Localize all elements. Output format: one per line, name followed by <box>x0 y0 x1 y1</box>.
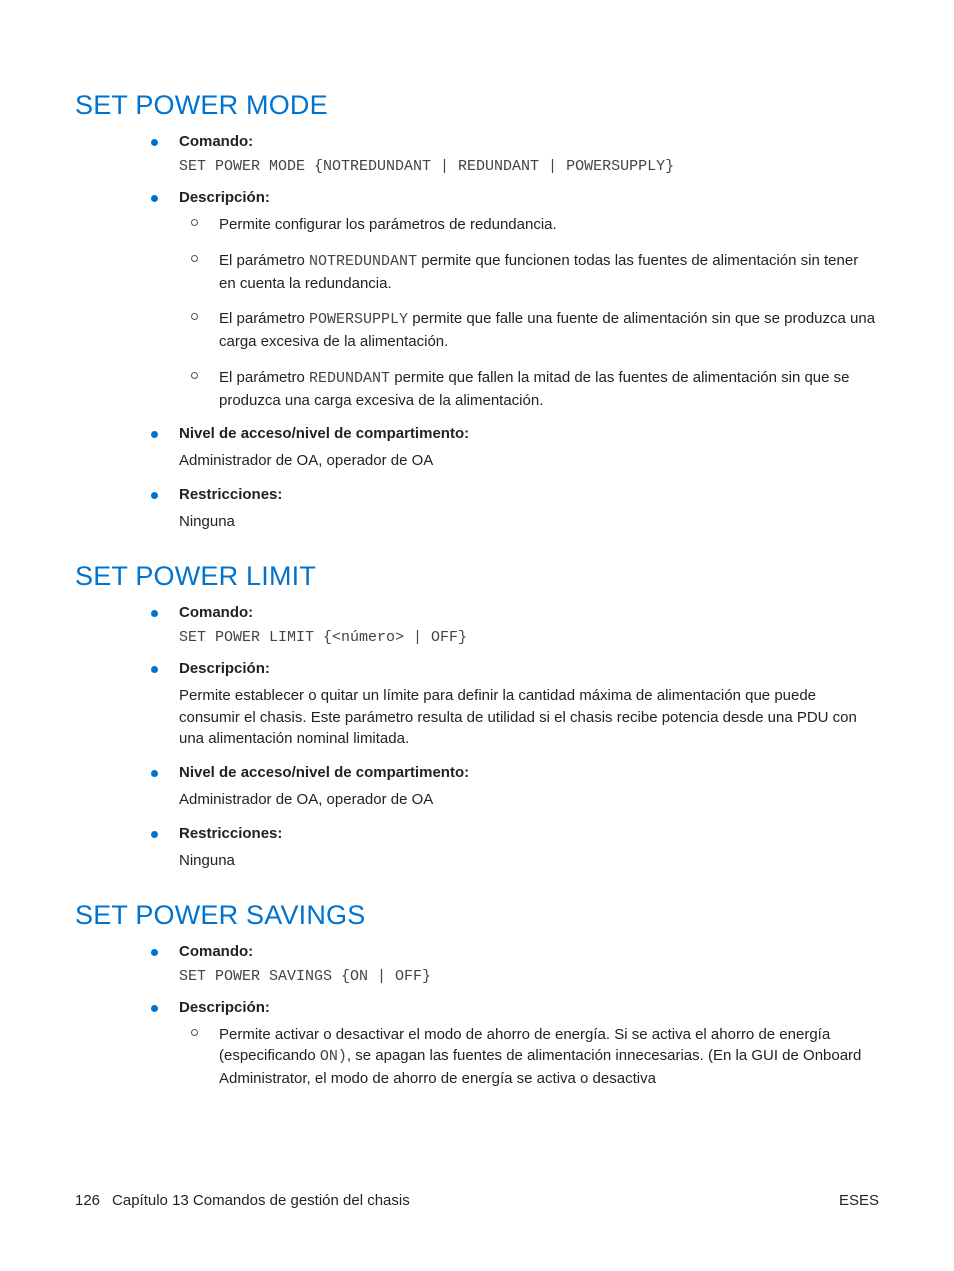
chapter-title: Capítulo 13 Comandos de gestión del chas… <box>112 1192 410 1209</box>
language-code: ESES <box>839 1192 879 1209</box>
section-set-power-mode: SET POWER MODE Comando: SET POWER MODE {… <box>75 90 879 533</box>
section-title: SET POWER SAVINGS <box>75 900 879 931</box>
sub-item: El parámetro POWERSUPPLY permite que fal… <box>191 308 879 353</box>
footer-left: 126 Capítulo 13 Comandos de gestión del … <box>75 1192 410 1209</box>
sub-list: Permite activar o desactivar el modo de … <box>191 1024 879 1090</box>
page-number: 126 <box>75 1192 100 1209</box>
item-restricciones: Restricciones: Ninguna <box>151 486 879 533</box>
text: El parámetro <box>219 252 309 269</box>
item-label: Descripción: <box>179 999 270 1016</box>
item-label: Restricciones: <box>179 825 282 842</box>
item-comando: Comando: SET POWER SAVINGS {ON | OFF} <box>151 943 879 985</box>
item-descripcion: Descripción: Permite activar o desactiva… <box>151 999 879 1090</box>
item-label: Comando: <box>179 604 253 621</box>
inline-code: REDUNDANT <box>309 370 390 387</box>
command-code: SET POWER LIMIT {<número> | OFF} <box>179 629 879 646</box>
item-body: Ninguna <box>179 850 879 872</box>
item-restricciones: Restricciones: Ninguna <box>151 825 879 872</box>
item-body: Administrador de OA, operador de OA <box>179 450 879 472</box>
text: El parámetro <box>219 310 309 327</box>
inline-code: ON) <box>320 1048 347 1065</box>
item-body: Permite establecer o quitar un límite pa… <box>179 685 879 750</box>
item-comando: Comando: SET POWER LIMIT {<número> | OFF… <box>151 604 879 646</box>
item-label: Restricciones: <box>179 486 282 503</box>
item-label: Nivel de acceso/nivel de compartimento: <box>179 764 469 781</box>
inline-code: POWERSUPPLY <box>309 311 408 328</box>
text: El parámetro <box>219 369 309 386</box>
item-label: Comando: <box>179 943 253 960</box>
command-code: SET POWER SAVINGS {ON | OFF} <box>179 968 879 985</box>
item-list: Comando: SET POWER LIMIT {<número> | OFF… <box>151 604 879 872</box>
text: Permite configurar los parámetros de red… <box>219 216 557 233</box>
item-comando: Comando: SET POWER MODE {NOTREDUNDANT | … <box>151 133 879 175</box>
item-label: Descripción: <box>179 660 270 677</box>
item-body: Administrador de OA, operador de OA <box>179 789 879 811</box>
item-body: Ninguna <box>179 511 879 533</box>
section-set-power-limit: SET POWER LIMIT Comando: SET POWER LIMIT… <box>75 561 879 872</box>
item-list: Comando: SET POWER SAVINGS {ON | OFF} De… <box>151 943 879 1090</box>
section-title: SET POWER MODE <box>75 90 879 121</box>
section-set-power-savings: SET POWER SAVINGS Comando: SET POWER SAV… <box>75 900 879 1090</box>
sub-item: El parámetro REDUNDANT permite que falle… <box>191 367 879 412</box>
sub-list: Permite configurar los parámetros de red… <box>191 214 879 411</box>
item-label: Nivel de acceso/nivel de compartimento: <box>179 425 469 442</box>
page-footer: 126 Capítulo 13 Comandos de gestión del … <box>75 1192 879 1209</box>
item-descripcion: Descripción: Permite configurar los pará… <box>151 189 879 411</box>
item-descripcion: Descripción: Permite establecer o quitar… <box>151 660 879 750</box>
sub-item: Permite activar o desactivar el modo de … <box>191 1024 879 1090</box>
item-label: Descripción: <box>179 189 270 206</box>
inline-code: NOTREDUNDANT <box>309 253 417 270</box>
section-title: SET POWER LIMIT <box>75 561 879 592</box>
sub-item: Permite configurar los parámetros de red… <box>191 214 879 236</box>
page: SET POWER MODE Comando: SET POWER MODE {… <box>0 0 954 1271</box>
item-list: Comando: SET POWER MODE {NOTREDUNDANT | … <box>151 133 879 533</box>
item-label: Comando: <box>179 133 253 150</box>
sub-item: El parámetro NOTREDUNDANT permite que fu… <box>191 250 879 295</box>
item-nivel-acceso: Nivel de acceso/nivel de compartimento: … <box>151 764 879 811</box>
command-code: SET POWER MODE {NOTREDUNDANT | REDUNDANT… <box>179 158 879 175</box>
item-nivel-acceso: Nivel de acceso/nivel de compartimento: … <box>151 425 879 472</box>
